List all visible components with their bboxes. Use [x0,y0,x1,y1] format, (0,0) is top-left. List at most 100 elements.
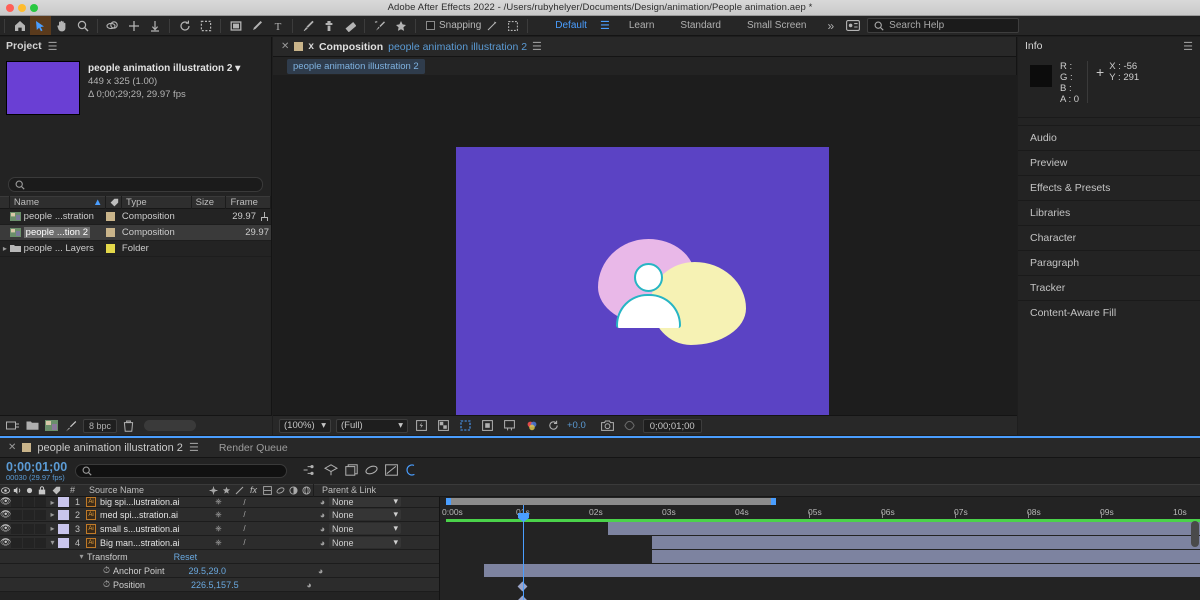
layer-solo-cell[interactable] [23,509,34,520]
list-item[interactable]: ▸ people ... Layers Folder [0,241,271,257]
sort-ascending-icon[interactable]: ▲ [93,196,102,209]
delete-icon[interactable] [123,420,134,432]
project-panel-menu-icon[interactable]: ☰ [48,40,58,53]
layer-twirl-icon[interactable]: ▸ [47,524,58,533]
layer-twirl-icon[interactable]: ▾ [47,538,58,547]
workspace-overflow-icon[interactable]: » [819,19,842,33]
composition-canvas[interactable] [456,147,829,417]
list-item[interactable]: people ...stration Composition 29.97 [0,209,271,225]
layer-shy-cell[interactable]: ⎈ [212,524,225,534]
home-icon[interactable] [9,16,30,35]
dock-panel-tracker[interactable]: Tracker [1018,275,1200,300]
table-row[interactable]: 👁 ▾ 4 Ai Big man...stration.ai ⎈ / ◕ Non… [0,536,439,550]
snap-align-icon[interactable] [481,16,502,35]
composition-mini-flowchart-icon[interactable] [303,464,317,479]
reset-exposure-icon[interactable] [545,418,562,433]
parent-pickwhip-icon[interactable]: ◕ [316,524,329,534]
dock-panel-paragraph[interactable]: Paragraph [1018,250,1200,275]
column-header-solo[interactable] [24,484,35,497]
layer-name[interactable]: small s...ustration.ai [100,524,212,534]
expression-pickwhip-icon[interactable]: ◕ [314,566,327,576]
clone-stamp-icon[interactable] [318,16,339,35]
composition-viewer[interactable] [273,75,1017,417]
layer-name[interactable]: Big man...stration.ai [100,538,212,548]
parent-pickwhip-icon[interactable]: ◕ [316,510,329,520]
workspace-default[interactable]: Default [542,16,600,36]
parent-link-select[interactable]: None ▾ [329,497,401,507]
layer-twirl-icon[interactable]: ▸ [47,498,58,507]
column-header-label[interactable] [48,484,64,497]
asset-label-swatch[interactable] [106,228,121,237]
layer-audio-cell[interactable] [11,537,22,548]
layer-lock-cell[interactable] [35,523,46,534]
hand-tool-icon[interactable] [51,16,72,35]
layer-solo-cell[interactable] [23,497,34,507]
transparency-grid-icon[interactable] [435,418,452,433]
property-value[interactable]: 29.5,29.0 [189,566,227,576]
chevron-down-icon[interactable]: ▾ [235,63,240,74]
table-row[interactable]: 👁 ▸ 1 Ai big spi...lustration.ai ⎈ / ◕ N… [0,497,439,508]
region-of-interest-icon[interactable] [195,16,216,35]
table-row[interactable]: 👁 ▸ 2 Ai med spi...stration.ai ⎈ / ◕ Non… [0,508,439,522]
layer-label-color[interactable] [58,509,69,520]
column-header-number[interactable]: # [64,484,81,497]
snapping-toggle[interactable]: Snapping [426,20,481,31]
workspace-menu-icon[interactable]: ☰ [600,19,616,32]
layer-audio-cell[interactable] [11,509,22,520]
dock-panel-effects-presets[interactable]: Effects & Presets [1018,175,1200,200]
account-badge-icon[interactable] [842,16,863,35]
time-ruler[interactable]: 0:00s 01s 02s 03s 04s 05s 06s 07s 08s 09… [440,497,1200,519]
table-row[interactable]: 👁 ▸ 3 Ai small s...ustration.ai ⎈ / ◕ No… [0,522,439,536]
interpret-footage-icon[interactable] [6,420,20,431]
stopwatch-icon[interactable]: ⏱ [100,579,113,590]
dock-panel-libraries[interactable]: Libraries [1018,200,1200,225]
column-header-source-name[interactable]: Source Name [81,484,207,497]
bit-depth-label[interactable]: 8 bpc [83,418,118,433]
pan-tool-icon[interactable] [123,16,144,35]
column-header-frame-rate[interactable]: Frame Ra... [226,196,271,209]
layer-lock-cell[interactable] [35,537,46,548]
layer-solo-cell[interactable] [23,537,34,548]
column-header-effects[interactable] [233,484,246,497]
layer-shy-cell[interactable]: ⎈ [212,510,225,520]
column-header-parent-link[interactable]: Parent & Link [313,484,403,497]
roto-brush-icon[interactable] [369,16,390,35]
selection-tool-icon[interactable] [30,16,51,35]
transform-reset-button[interactable]: Reset [174,552,198,562]
layer-audio-cell[interactable] [11,497,22,507]
resolution-select[interactable]: (Full) ▾ [336,418,408,433]
layer-shy-cell[interactable]: ⎈ [212,497,225,507]
expression-pickwhip-icon[interactable]: ◕ [303,580,316,590]
layer-shy-cell[interactable]: ⎈ [212,538,225,548]
stopwatch-icon[interactable]: ⏱ [100,565,113,576]
timeline-tab-name[interactable]: people animation illustration 2 [37,442,183,454]
new-folder-icon[interactable] [26,420,39,431]
layer-audio-cell[interactable] [11,523,22,534]
layer-search-input[interactable] [75,464,288,478]
tab-render-queue[interactable]: Render Queue [219,442,288,454]
region-of-interest-icon[interactable] [457,418,474,433]
hide-shy-layers-icon[interactable] [345,463,358,479]
current-time-display[interactable]: 0;00;01;00 00030 (29.97 fps) [6,460,67,481]
property-row[interactable]: ⏱ Anchor Point 29.5,29.0 ◕ [0,564,439,578]
workspace-small-screen[interactable]: Small Screen [734,16,819,36]
layer-effects-cell[interactable]: / [238,524,251,533]
close-tab-icon[interactable]: ✕ [8,442,16,453]
layer-label-color[interactable] [58,497,69,507]
layer-effects-cell[interactable]: / [238,498,251,507]
layer-solo-cell[interactable] [23,523,34,534]
pen-tool-icon[interactable] [246,16,267,35]
parent-link-select[interactable]: None ▾ [329,509,401,520]
text-tool-icon[interactable]: T [267,16,288,35]
orbit-tool-icon[interactable] [102,16,123,35]
parent-pickwhip-icon[interactable]: ◕ [316,497,329,507]
eraser-tool-icon[interactable] [339,16,360,35]
list-item[interactable]: people ...tion 2 Composition 29.97 [0,225,271,241]
layer-visibility-icon[interactable]: 👁 [0,523,11,534]
info-panel-menu-icon[interactable]: ☰ [1183,40,1193,53]
workspace-learn[interactable]: Learn [616,16,668,36]
layer-effects-cell[interactable]: / [238,510,251,519]
show-snapshot-icon[interactable] [621,418,638,433]
property-value[interactable]: 226.5,157.5 [191,580,239,590]
column-header-size[interactable]: Size [192,196,227,209]
